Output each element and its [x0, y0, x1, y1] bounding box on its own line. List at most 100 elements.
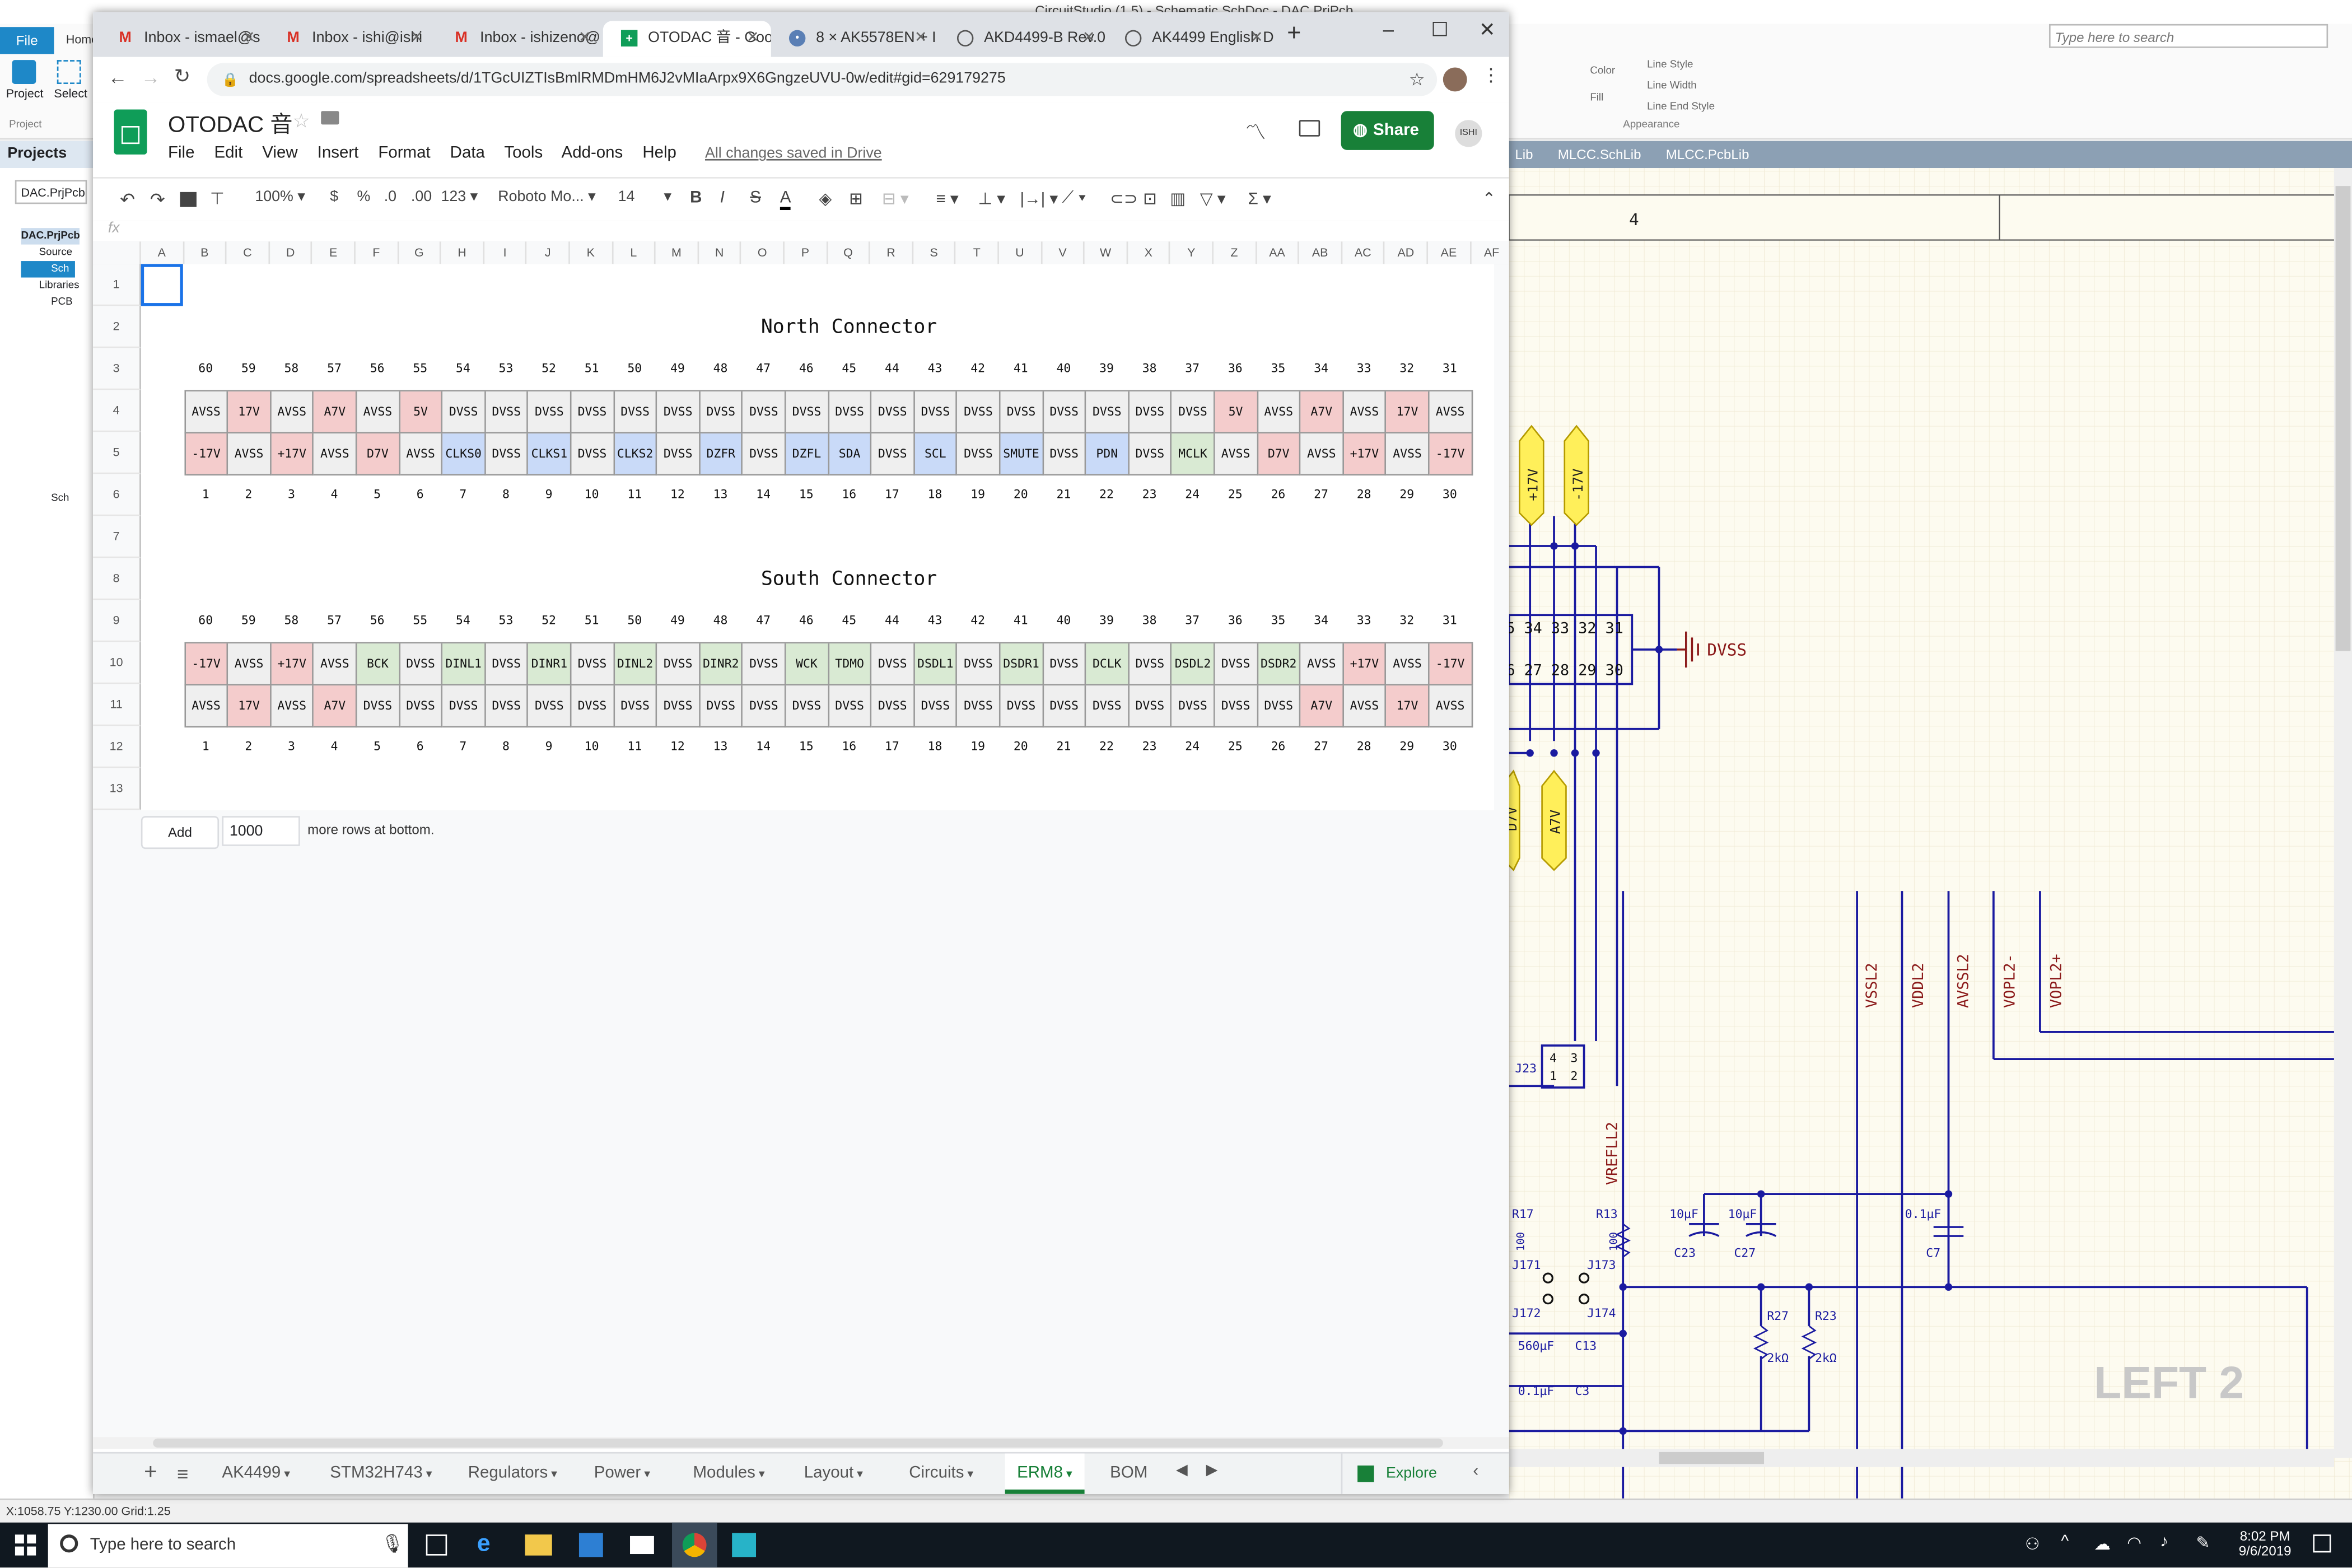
bold-button[interactable]: B	[690, 189, 702, 207]
all-sheets-icon[interactable]: ≡	[177, 1463, 188, 1485]
row-header[interactable]: 3	[93, 348, 141, 390]
document-title[interactable]: OTODAC 音	[168, 108, 293, 139]
column-header[interactable]: AF	[1471, 241, 1509, 264]
project-button-label[interactable]: Project	[6, 87, 44, 100]
tree-libraries[interactable]: Libraries	[21, 278, 80, 294]
column-header[interactable]: F	[356, 241, 399, 264]
print-icon[interactable]	[180, 192, 197, 207]
text-wrapping-icon[interactable]: |→| ▾	[1020, 189, 1058, 208]
redo-icon[interactable]: ↷	[150, 189, 165, 211]
north-signal-bottom-cell[interactable]: SDA	[829, 433, 872, 476]
south-signal-bottom-cell[interactable]: DVSS	[1000, 685, 1044, 728]
column-header[interactable]: AD	[1385, 241, 1428, 264]
south-signal-bottom-cell[interactable]: AVSS	[271, 685, 314, 728]
north-signal-bottom-cell[interactable]: AVSS	[228, 433, 272, 476]
south-signal-bottom-cell[interactable]: DVSS	[657, 685, 701, 728]
selected-cell-a1[interactable]	[141, 264, 183, 306]
chrome-tab-7[interactable]: AK4499 English D ✕	[1107, 21, 1275, 57]
save-status[interactable]: All changes saved in Drive	[705, 146, 882, 162]
italic-button[interactable]: I	[720, 189, 725, 207]
chevron-down-icon[interactable]: ▾	[1063, 1467, 1072, 1481]
column-header[interactable]: X	[1128, 241, 1171, 264]
north-signal-top-cell[interactable]: DVSS	[743, 391, 786, 434]
north-signal-top-cell[interactable]: 17V	[1387, 391, 1430, 434]
menu-help[interactable]: Help	[642, 144, 676, 162]
scroll-tabs-right-icon[interactable]: ▶	[1206, 1463, 1218, 1479]
column-header[interactable]: A	[141, 241, 184, 264]
south-signal-bottom-cell[interactable]: DVSS	[829, 685, 872, 728]
south-signal-bottom-cell[interactable]: AVSS	[185, 685, 228, 728]
row-header[interactable]: 11	[93, 684, 141, 726]
schematic-canvas[interactable]: 4 5 34 33 32 31 6 27 28 29 30 DVSS +17V …	[1509, 141, 2352, 1499]
column-header[interactable]: O	[741, 241, 785, 264]
south-signal-top-cell[interactable]: DVSS	[1043, 643, 1086, 686]
south-signal-bottom-cell[interactable]: DVSS	[357, 685, 400, 728]
activity-trend-icon[interactable]: 〽	[1245, 117, 1266, 147]
file-tab[interactable]: File	[0, 27, 54, 54]
south-signal-top-cell[interactable]: AVSS	[1387, 643, 1430, 686]
tree-pcb[interactable]: PCB	[21, 294, 80, 310]
south-signal-top-cell[interactable]: DSDR1	[1000, 643, 1044, 686]
chrome-tab-3[interactable]: M Inbox - ishizeno@ ✕	[435, 21, 603, 57]
close-icon[interactable]: ✕	[914, 21, 927, 57]
task-view-icon[interactable]	[426, 1534, 447, 1556]
south-signal-bottom-cell[interactable]: 17V	[228, 685, 272, 728]
north-signal-top-cell[interactable]: DVSS	[528, 391, 572, 434]
north-signal-top-cell[interactable]: A7V	[1300, 391, 1344, 434]
column-header[interactable]: W	[1085, 241, 1128, 264]
column-header[interactable]: P	[785, 241, 828, 264]
forward-icon[interactable]: →	[141, 66, 161, 88]
menu-insert[interactable]: Insert	[318, 144, 359, 162]
share-button[interactable]: ◍ Share	[1341, 111, 1434, 150]
south-signal-top-cell[interactable]: DSDL2	[1172, 643, 1215, 686]
sheets-logo-icon[interactable]	[114, 109, 147, 155]
sheet-tab-bom[interactable]: BOM	[1098, 1454, 1160, 1494]
select-button-label[interactable]: Select	[54, 87, 87, 100]
add-rows-count-input[interactable]: 1000	[222, 816, 300, 846]
column-header[interactable]: J	[527, 241, 570, 264]
north-signal-bottom-cell[interactable]: AVSS	[1215, 433, 1258, 476]
tree-sch[interactable]: Sch	[21, 261, 75, 278]
south-signal-top-cell[interactable]: DVSS	[657, 643, 701, 686]
north-signal-bottom-cell[interactable]: -17V	[185, 433, 228, 476]
menu-edit[interactable]: Edit	[214, 144, 242, 162]
sheet-tab-modules[interactable]: Modules ▾	[681, 1454, 777, 1494]
column-header[interactable]: AA	[1257, 241, 1300, 264]
column-header[interactable]: AC	[1342, 241, 1385, 264]
star-icon[interactable]: ☆	[292, 110, 310, 134]
north-signal-bottom-cell[interactable]: DVSS	[657, 433, 701, 476]
chrome-taskbar-button[interactable]	[672, 1522, 717, 1568]
south-signal-bottom-cell[interactable]: DVSS	[743, 685, 786, 728]
north-signal-top-cell[interactable]: 17V	[228, 391, 272, 434]
menu-view[interactable]: View	[262, 144, 297, 162]
strikethrough-button[interactable]: S	[750, 189, 761, 207]
north-signal-bottom-cell[interactable]: +17V	[271, 433, 314, 476]
doc-tab-lib[interactable]: Lib	[1515, 147, 1533, 162]
north-signal-bottom-cell[interactable]: D7V	[1258, 433, 1301, 476]
column-header[interactable]: V	[1042, 241, 1085, 264]
south-signal-bottom-cell[interactable]: DVSS	[614, 685, 657, 728]
menu-addons[interactable]: Add-ons	[562, 144, 623, 162]
north-signal-bottom-cell[interactable]: PDN	[1086, 433, 1130, 476]
windows-start-icon[interactable]	[15, 1534, 36, 1556]
font-size-select[interactable]: 14 ▾	[618, 189, 671, 206]
row-header[interactable]: 10	[93, 642, 141, 684]
south-signal-top-cell[interactable]: -17V	[185, 643, 228, 686]
add-rows-button[interactable]: Add	[141, 816, 220, 850]
north-signal-top-cell[interactable]: 5V	[1215, 391, 1258, 434]
north-signal-bottom-cell[interactable]: DVSS	[871, 433, 915, 476]
south-signal-top-cell[interactable]: -17V	[1429, 643, 1473, 686]
north-signal-top-cell[interactable]: AVSS	[1429, 391, 1473, 434]
clock[interactable]: 8:02 PM 9/6/2019	[2235, 1528, 2295, 1558]
tree-source[interactable]: Source	[21, 245, 80, 261]
north-signal-bottom-cell[interactable]: CLKS2	[614, 433, 657, 476]
south-signal-top-cell[interactable]: DVSS	[743, 643, 786, 686]
south-signal-top-cell[interactable]: DVSS	[957, 643, 1001, 686]
functions-button[interactable]: Σ ▾	[1248, 189, 1271, 208]
north-signal-bottom-cell[interactable]: -17V	[1429, 433, 1473, 476]
sheet-tab-regulators[interactable]: Regulators ▾	[456, 1454, 569, 1494]
project-selector[interactable]: DAC.PrjPcb	[15, 180, 87, 204]
chevron-down-icon[interactable]: ▾	[641, 1467, 650, 1481]
south-signal-bottom-cell[interactable]: DVSS	[1086, 685, 1130, 728]
south-signal-top-cell[interactable]: +17V	[271, 643, 314, 686]
